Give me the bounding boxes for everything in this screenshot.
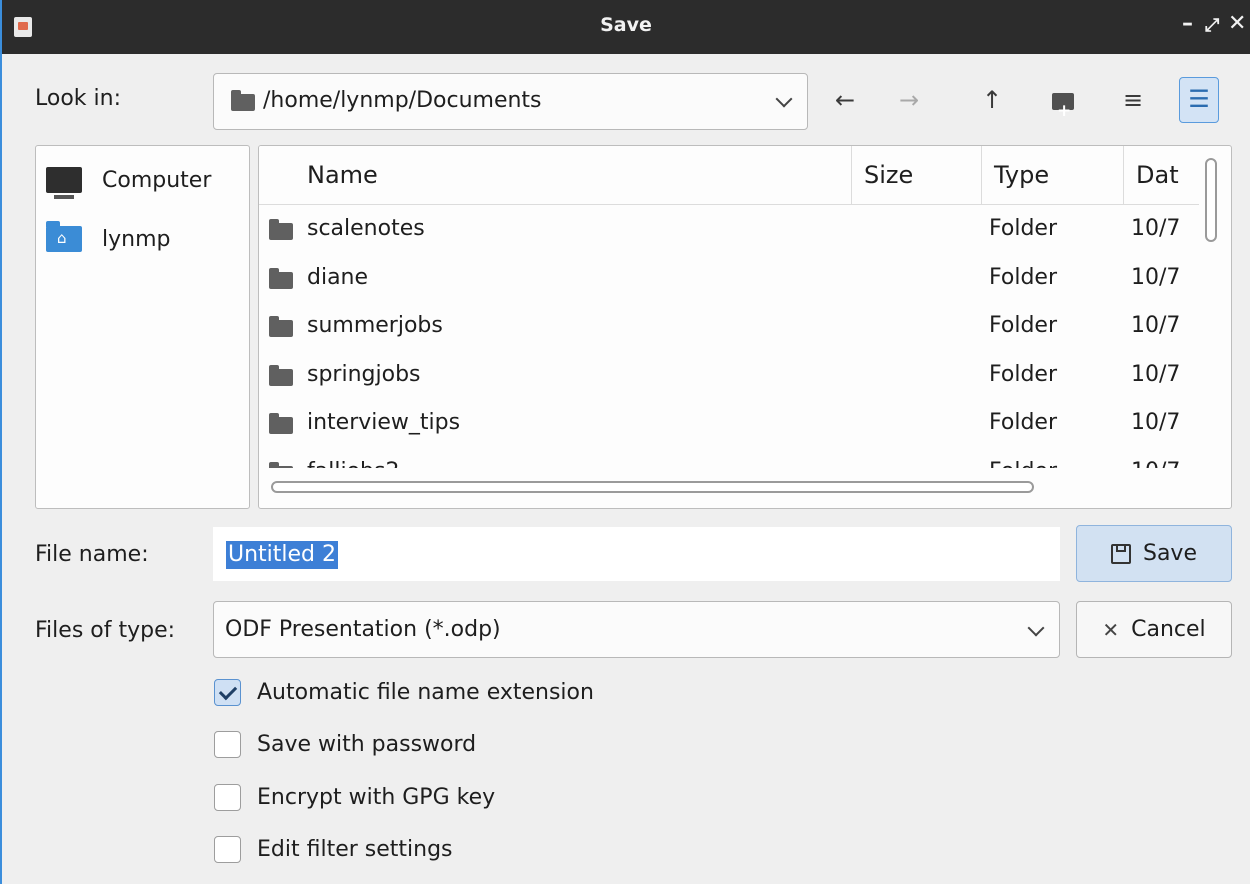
save-dialog: Save – ⤢ ✕ Look in: /home/lynmp/Document…	[0, 0, 1250, 884]
floppy-disk-icon	[1110, 543, 1131, 564]
detail-view-icon[interactable]: ☰	[1179, 77, 1219, 123]
folder-icon	[231, 90, 255, 111]
file-name: springjobs	[307, 361, 421, 387]
folder-icon	[269, 364, 293, 386]
cancel-x-icon: ✕	[1102, 617, 1120, 642]
file-name: scalenotes	[307, 216, 425, 241]
files-of-type-combo[interactable]: ODF Presentation (*.odp)	[213, 601, 1060, 658]
checkbox-auto-extension[interactable]	[214, 678, 241, 706]
table-row[interactable]: scalenotes Folder 10/7	[259, 206, 1194, 255]
file-type: Folder	[989, 459, 1057, 469]
up-arrow-icon[interactable]: ↑	[972, 76, 1012, 124]
option-label: Save with password	[257, 731, 477, 757]
file-date: 10/7	[1131, 361, 1181, 387]
cancel-button-label: Cancel	[1131, 617, 1206, 642]
file-list: Name Size Type Dat scalenotes Folder 10/…	[258, 145, 1232, 509]
file-name: diane	[307, 264, 369, 290]
chevron-down-icon	[775, 90, 793, 108]
option-auto-extension[interactable]: Automatic file name extension	[214, 676, 594, 708]
file-date: 10/7	[1131, 459, 1191, 469]
file-name: interview_tips	[307, 410, 461, 435]
cancel-button[interactable]: ✕ Cancel	[1076, 601, 1232, 658]
file-rows: scalenotes Folder 10/7 diane Folder 10/7…	[259, 206, 1194, 468]
file-name: falljobs2	[307, 459, 399, 469]
column-header-name[interactable]: Name	[295, 146, 851, 204]
new-folder-button[interactable]	[1043, 76, 1083, 135]
save-button[interactable]: Save	[1076, 525, 1232, 582]
sidebar-item-computer[interactable]: Computer	[46, 160, 211, 200]
option-save-password[interactable]: Save with password	[214, 728, 476, 760]
list-view-icon[interactable]: ≡	[1113, 76, 1153, 124]
sidebar-item-label: Computer	[102, 167, 212, 193]
title-bar[interactable]: Save – ⤢ ✕	[2, 0, 1250, 54]
vertical-scrollbar[interactable]	[1205, 158, 1217, 242]
chevron-down-icon	[1027, 619, 1045, 637]
back-arrow-icon[interactable]: ←	[825, 76, 865, 124]
files-of-type-label: Files of type:	[35, 618, 176, 643]
option-label: Edit filter settings	[257, 836, 453, 862]
maximize-icon[interactable]: ⤢	[1205, 15, 1219, 36]
file-name-input[interactable]: Untitled 2	[213, 527, 1060, 581]
horizontal-scrollbar[interactable]	[271, 481, 1034, 493]
close-icon[interactable]: ✕	[1228, 11, 1246, 36]
folder-icon	[269, 219, 293, 240]
file-date: 10/7	[1131, 264, 1181, 290]
file-type: Folder	[989, 361, 1057, 387]
file-list-header: Name Size Type Dat	[259, 146, 1199, 205]
files-of-type-value: ODF Presentation (*.odp)	[225, 617, 501, 642]
table-row[interactable]: springjobs Folder 10/7	[259, 352, 1194, 401]
file-date: 10/7	[1131, 216, 1181, 241]
sidebar-item-label: lynmp	[102, 226, 171, 252]
file-type: Folder	[989, 313, 1057, 338]
file-type: Folder	[989, 410, 1057, 435]
column-header-type[interactable]: Type	[981, 146, 1123, 204]
option-encrypt-gpg[interactable]: Encrypt with GPG key	[214, 781, 495, 813]
file-name: summerjobs	[307, 313, 443, 338]
folder-icon	[269, 267, 293, 289]
places-sidebar: Computer lynmp	[35, 145, 250, 509]
table-row[interactable]: falljobs2 Folder 10/7	[259, 449, 1194, 469]
option-label: Automatic file name extension	[257, 679, 594, 705]
look-in-label: Look in:	[35, 86, 121, 111]
window-title: Save	[600, 14, 652, 36]
look-in-path: /home/lynmp/Documents	[263, 88, 542, 113]
file-date: 10/7	[1131, 313, 1181, 338]
sidebar-item-lynmp[interactable]: lynmp	[46, 219, 170, 259]
folder-icon	[269, 316, 293, 337]
look-in-combo[interactable]: /home/lynmp/Documents	[213, 73, 808, 130]
new-folder-icon	[1052, 87, 1074, 135]
home-folder-icon	[46, 221, 82, 252]
checkbox-save-password[interactable]	[214, 730, 241, 758]
table-row[interactable]: interview_tips Folder 10/7	[259, 400, 1194, 449]
checkbox-edit-filter[interactable]	[214, 835, 241, 863]
minimize-icon[interactable]: –	[1182, 11, 1193, 36]
column-header-size[interactable]: Size	[851, 146, 981, 204]
forward-arrow-icon[interactable]: →	[889, 76, 929, 124]
column-header-date[interactable]: Dat	[1123, 146, 1203, 204]
file-name-label: File name:	[35, 542, 149, 567]
option-edit-filter[interactable]: Edit filter settings	[214, 833, 453, 865]
folder-icon	[269, 461, 293, 468]
file-type: Folder	[989, 216, 1057, 241]
file-date: 10/7	[1131, 410, 1181, 435]
option-label: Encrypt with GPG key	[257, 784, 496, 810]
table-row[interactable]: summerjobs Folder 10/7	[259, 303, 1194, 352]
computer-icon	[46, 167, 82, 199]
checkbox-encrypt-gpg[interactable]	[214, 783, 241, 811]
file-name-value: Untitled 2	[226, 541, 339, 569]
table-row[interactable]: diane Folder 10/7	[259, 255, 1194, 304]
save-button-label: Save	[1142, 541, 1197, 566]
folder-icon	[269, 413, 293, 434]
file-type: Folder	[989, 264, 1057, 290]
